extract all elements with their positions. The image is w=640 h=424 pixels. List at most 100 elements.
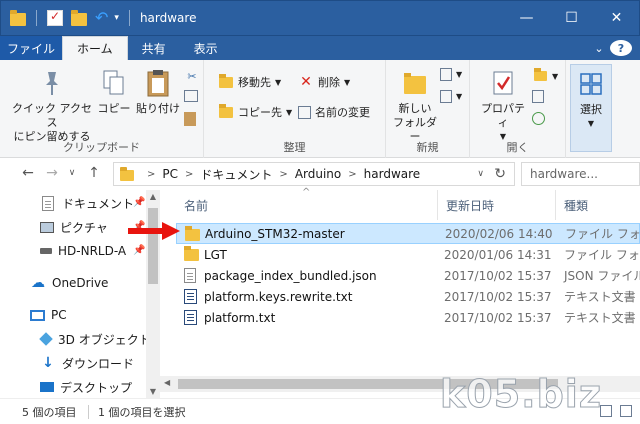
maximize-button[interactable]: ☐ <box>549 1 594 35</box>
file-row[interactable]: platform.txt 2017/10/02 15:37 テキスト文書 <box>176 307 640 328</box>
open-group-label: 開く <box>506 141 529 154</box>
recent-locations-icon[interactable]: ∨ <box>62 168 82 178</box>
file-name: Arduino_STM32-master <box>205 226 345 241</box>
breadcrumb-documents[interactable]: ドキュメント <box>200 166 272 183</box>
file-row[interactable]: package_index_bundled.json 2017/10/02 15… <box>176 265 640 286</box>
paste-shortcut-icon <box>184 112 196 126</box>
sidebar-item-label: HD-NRLD-A <box>58 244 127 258</box>
file-row[interactable]: platform.keys.rewrite.txt 2017/10/02 15:… <box>176 286 640 307</box>
tab-share[interactable]: 共有 <box>128 36 180 60</box>
scissors-icon: ✂ <box>187 69 197 83</box>
file-name: platform.keys.rewrite.txt <box>204 289 353 304</box>
move-to-icon <box>218 73 234 90</box>
dropdown-icon: ▼ <box>456 92 463 101</box>
breadcrumb-separator[interactable]: > <box>348 169 356 180</box>
edit-button[interactable] <box>532 90 548 103</box>
copy-to-button[interactable]: コピー先 ▼ <box>218 103 292 120</box>
undo-icon[interactable]: ↶ <box>95 10 108 26</box>
pin-icon[interactable]: 📌 <box>133 197 145 208</box>
scroll-up-icon[interactable]: ▲ <box>146 192 160 201</box>
tab-home[interactable]: ホーム <box>62 36 128 60</box>
easy-access-icon <box>440 90 452 103</box>
easy-access-button[interactable]: ▼ <box>440 90 462 103</box>
sidebar-item-pc[interactable]: PC <box>30 304 67 326</box>
divider <box>128 10 130 26</box>
pin-icon[interactable]: 📌 <box>133 245 145 256</box>
tab-view[interactable]: 表示 <box>180 36 232 60</box>
column-header-date[interactable]: 更新日時 <box>438 190 556 220</box>
properties-check-icon[interactable] <box>47 9 63 26</box>
scroll-left-icon[interactable]: ◀ <box>164 378 170 387</box>
file-date: 2020/01/06 14:31 <box>444 247 552 262</box>
breadcrumb-pc[interactable]: PC <box>162 167 178 181</box>
paste-shortcut-button[interactable] <box>184 112 200 126</box>
sidebar-item-drive[interactable]: HD-NRLD-A <box>40 240 126 262</box>
rename-button[interactable]: 名前の変更 <box>298 104 370 120</box>
new-folder-icon[interactable] <box>71 9 87 26</box>
sidebar-item-onedrive[interactable]: ☁ OneDrive <box>30 272 108 294</box>
breadcrumb-separator[interactable]: > <box>279 169 287 180</box>
sidebar-item-downloads[interactable]: ↓ ダウンロード <box>40 352 134 374</box>
sidebar-item-3d-objects[interactable]: 3D オブジェクト <box>39 328 151 350</box>
documents-icon <box>40 195 56 211</box>
history-button[interactable] <box>532 112 549 125</box>
scrollbar-thumb[interactable] <box>148 208 158 284</box>
breadcrumb-arduino[interactable]: Arduino <box>295 167 341 181</box>
tab-file[interactable]: ファイル <box>0 36 62 60</box>
copy-path-button[interactable] <box>184 90 202 102</box>
sidebar-item-documents[interactable]: ドキュメント <box>40 192 134 214</box>
properties-button[interactable]: プロパティ ▼ <box>476 68 530 144</box>
open-button[interactable]: ▼ <box>532 68 558 84</box>
close-button[interactable]: ✕ <box>594 1 639 35</box>
navigation-bar: ← → ∨ ↑ > PC > ドキュメント > Arduino > hardwa… <box>0 158 640 190</box>
help-icon[interactable]: ? <box>610 40 632 56</box>
file-date: 2017/10/02 15:37 <box>444 289 552 304</box>
column-header-label: 種類 <box>564 198 589 213</box>
select-button[interactable]: 選択 ▼ <box>570 64 612 152</box>
sidebar-item-label: ダウンロード <box>62 356 135 371</box>
forward-arrow-icon[interactable]: → <box>42 165 62 181</box>
large-icons-view-icon[interactable] <box>620 405 632 417</box>
file-row[interactable]: LGT 2020/01/06 14:31 ファイル フォルダ <box>176 244 640 265</box>
file-type: ファイル フォルダ <box>565 227 640 241</box>
move-to-button[interactable]: 移動先 ▼ <box>218 73 281 90</box>
delete-icon: ✕ <box>300 74 312 90</box>
dropdown-icon: ▼ <box>456 70 463 79</box>
address-bar[interactable]: > PC > ドキュメント > Arduino > hardware ∨ ↻ <box>113 162 515 186</box>
scroll-down-icon[interactable]: ▼ <box>146 387 160 396</box>
breadcrumb-separator[interactable]: > <box>147 169 155 180</box>
new-folder-button[interactable]: 新しい フォルダー <box>390 68 440 144</box>
pin-quick-access-label-1: クイック アクセス <box>12 102 92 129</box>
column-header-name[interactable]: 名前 <box>176 190 438 220</box>
breadcrumb-separator[interactable]: > <box>185 169 193 180</box>
file-row[interactable]: Arduino_STM32-master 2020/02/06 14:40 ファ… <box>176 223 640 244</box>
minimize-button[interactable]: — <box>504 1 549 35</box>
sidebar-item-desktop[interactable]: デスクトップ <box>40 376 132 398</box>
collapse-ribbon-icon[interactable]: ⌄ <box>588 42 610 55</box>
sidebar-item-label: ピクチャ <box>60 220 108 235</box>
column-header-type[interactable]: 種類 <box>556 190 640 220</box>
properties-label: プロパティ <box>481 102 525 129</box>
back-arrow-icon[interactable]: ← <box>18 165 38 181</box>
paste-button[interactable]: 貼り付け <box>134 68 182 116</box>
cut-button[interactable]: ✂ <box>184 68 204 84</box>
file-name: platform.txt <box>204 310 276 325</box>
text-file-icon <box>184 310 197 325</box>
dropdown-icon: ▼ <box>344 77 351 87</box>
up-arrow-icon[interactable]: ↑ <box>84 165 104 181</box>
paste-label: 貼り付け <box>136 102 180 115</box>
file-type: JSON ファイル <box>564 269 640 283</box>
select-group: 選択 ▼ <box>566 60 618 158</box>
refresh-icon[interactable]: ↻ <box>494 166 506 182</box>
address-history-icon[interactable]: ∨ <box>477 169 484 179</box>
new-item-button[interactable]: ▼ <box>440 68 462 81</box>
move-to-label: 移動先 <box>238 76 271 89</box>
pin-quick-access-button[interactable]: クイック アクセス にピン留めする <box>12 68 92 144</box>
delete-button[interactable]: ✕ 削除 ▼ <box>298 74 350 90</box>
breadcrumb-hardware[interactable]: hardware <box>364 167 421 181</box>
sidebar-item-pictures[interactable]: ピクチャ <box>40 216 108 238</box>
onedrive-icon: ☁ <box>31 275 45 291</box>
copy-button[interactable]: コピー <box>96 68 132 116</box>
customize-quick-access-icon[interactable]: ▾ <box>114 13 119 23</box>
search-input[interactable]: hardware... <box>521 162 640 186</box>
